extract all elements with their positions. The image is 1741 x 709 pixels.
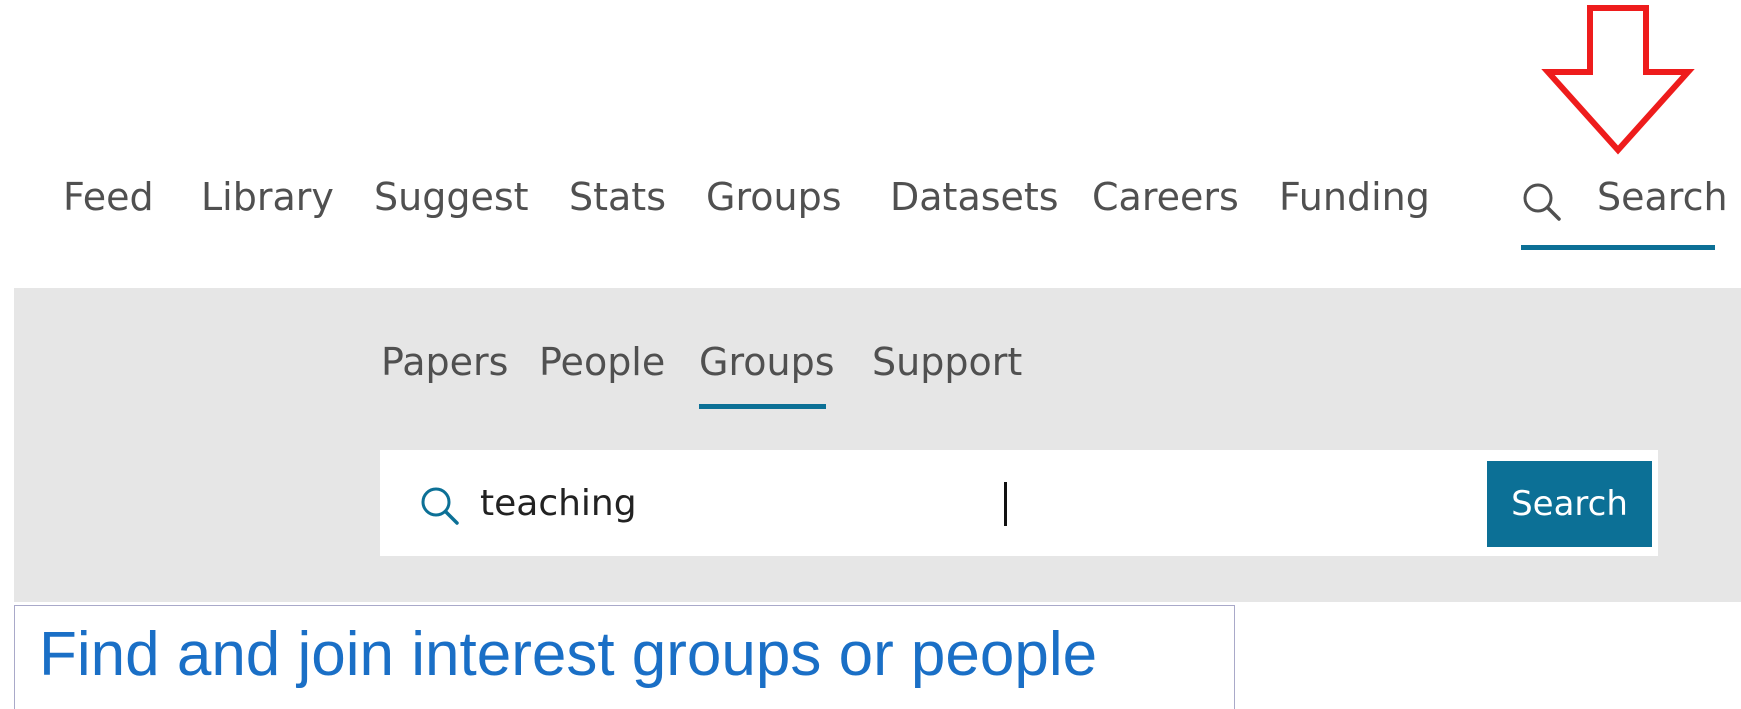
nav-item-feed[interactable]: Feed (63, 178, 154, 216)
nav-item-library[interactable]: Library (201, 178, 334, 216)
page: Feed Library Suggest Stats Groups Datase… (0, 0, 1741, 709)
search-box (380, 450, 1658, 556)
tab-papers[interactable]: Papers (381, 343, 508, 381)
nav-item-funding[interactable]: Funding (1279, 178, 1430, 216)
nav-item-stats[interactable]: Stats (569, 178, 666, 216)
caption-text: Find and join interest groups or people (39, 620, 1098, 689)
search-button[interactable]: Search (1487, 461, 1652, 547)
search-icon (1523, 183, 1561, 221)
tab-support[interactable]: Support (872, 343, 1022, 381)
search-panel: Papers People Groups Support Search (14, 288, 1741, 602)
tab-active-indicator (699, 404, 826, 409)
nav-item-search[interactable]: Search (1520, 178, 1728, 224)
search-input[interactable] (480, 476, 1480, 532)
search-icon (421, 487, 459, 525)
nav-item-careers[interactable]: Careers (1092, 178, 1239, 216)
nav-item-datasets[interactable]: Datasets (890, 178, 1059, 216)
text-cursor (1004, 482, 1007, 526)
nav-item-groups[interactable]: Groups (706, 178, 842, 216)
nav-active-indicator (1521, 245, 1715, 250)
top-nav: Feed Library Suggest Stats Groups Datase… (0, 160, 1741, 260)
tab-groups[interactable]: Groups (699, 343, 835, 381)
nav-item-suggest[interactable]: Suggest (374, 178, 529, 216)
tab-people[interactable]: People (539, 343, 665, 381)
caption-box: Find and join interest groups or people (14, 605, 1235, 709)
nav-search-label: Search (1597, 175, 1728, 219)
arrow-down-icon (1541, 5, 1695, 155)
